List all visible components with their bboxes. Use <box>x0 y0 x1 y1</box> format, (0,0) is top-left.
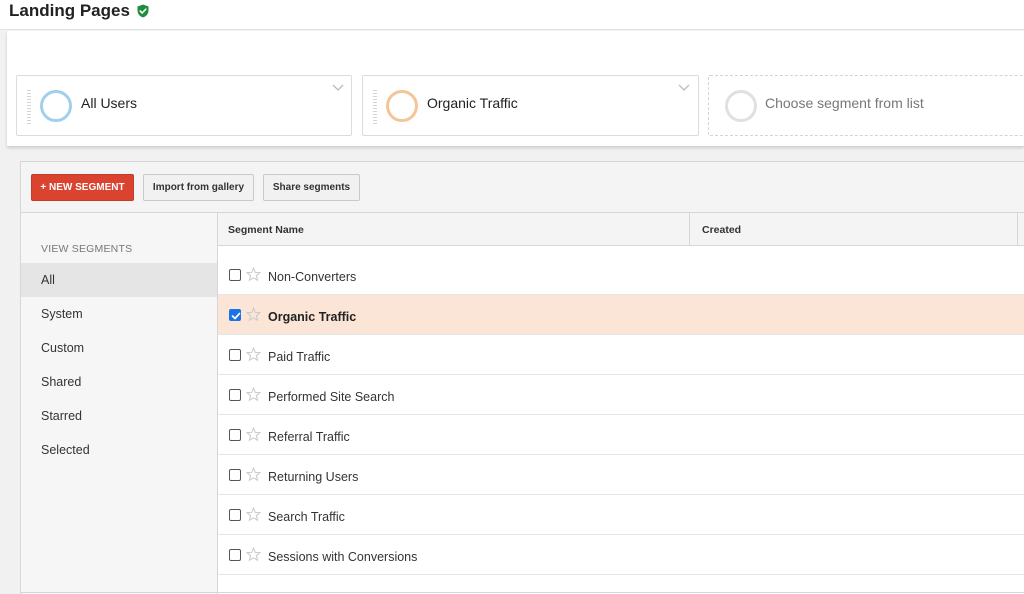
star-icon[interactable] <box>246 427 261 442</box>
star-icon[interactable] <box>246 467 261 482</box>
table-row[interactable]: Paid Traffic <box>218 335 1024 375</box>
sidebar-item-label: Shared <box>41 375 82 389</box>
sidebar-item-system[interactable]: System <box>21 297 217 331</box>
star-icon[interactable] <box>246 507 261 522</box>
panel-bottom-border <box>21 592 1024 593</box>
column-divider <box>1017 213 1018 246</box>
table-row[interactable]: Returning Users <box>218 455 1024 495</box>
new-segment-button[interactable]: + NEW SEGMENT <box>31 174 134 201</box>
segment-label: Organic Traffic <box>427 95 518 111</box>
segment-list-panel: + NEW SEGMENT Import from gallery Share … <box>20 161 1024 594</box>
sidebar-item-selected[interactable]: Selected <box>21 433 217 467</box>
segment-name-label: Returning Users <box>268 470 359 484</box>
segment-selector-area: All Users Organic Traffic Choose segment… <box>7 31 1024 146</box>
table-row[interactable]: Referral Traffic <box>218 415 1024 455</box>
row-checkbox[interactable] <box>229 309 241 321</box>
segment-card-all-users[interactable]: All Users <box>16 75 352 136</box>
row-checkbox[interactable] <box>229 389 241 401</box>
chevron-down-icon[interactable] <box>332 84 344 92</box>
sidebar-item-custom[interactable]: Custom <box>21 331 217 365</box>
view-segments-sidebar: VIEW SEGMENTS All System Custom Shared S… <box>21 213 218 594</box>
column-divider <box>689 213 690 246</box>
checkmark-icon <box>231 312 241 320</box>
table-row[interactable]: Performed Site Search <box>218 375 1024 415</box>
row-checkbox[interactable] <box>229 429 241 441</box>
segment-placeholder-label: Choose segment from list <box>765 95 924 111</box>
table-row[interactable]: Search Traffic <box>218 495 1024 535</box>
row-checkbox[interactable] <box>229 509 241 521</box>
segment-name-label: Organic Traffic <box>268 310 357 324</box>
chevron-down-icon[interactable] <box>678 84 690 92</box>
sidebar-item-starred[interactable]: Starred <box>21 399 217 433</box>
sidebar-item-label: Starred <box>41 409 82 423</box>
segment-name-label: Referral Traffic <box>268 430 350 444</box>
row-checkbox[interactable] <box>229 269 241 281</box>
segment-name-label: Non-Converters <box>268 270 357 284</box>
check-shield-icon <box>137 4 149 18</box>
drag-handle-icon[interactable] <box>373 90 377 124</box>
segment-card-organic-traffic[interactable]: Organic Traffic <box>362 75 699 136</box>
top-bar: Landing Pages <box>0 0 1024 30</box>
table-row[interactable]: Non-Converters <box>218 255 1024 295</box>
segment-card-choose[interactable]: Choose segment from list <box>708 75 1024 136</box>
star-icon[interactable] <box>246 547 261 562</box>
table-row[interactable]: Organic Traffic <box>218 295 1024 335</box>
sidebar-item-all[interactable]: All <box>21 263 217 297</box>
segment-name-label: Paid Traffic <box>268 350 331 364</box>
sidebar-item-shared[interactable]: Shared <box>21 365 217 399</box>
sidebar-item-label: All <box>41 273 55 287</box>
import-from-gallery-button[interactable]: Import from gallery <box>143 174 254 201</box>
row-checkbox[interactable] <box>229 349 241 361</box>
segment-circle-icon <box>386 90 418 122</box>
column-header-segment-name[interactable]: Segment Name <box>228 213 304 246</box>
star-icon[interactable] <box>246 267 261 282</box>
row-checkbox[interactable] <box>229 549 241 561</box>
star-icon[interactable] <box>246 307 261 322</box>
segment-name-label: Sessions with Conversions <box>268 550 418 564</box>
segments-table: Segment Name Created Non-Converters Organ… <box>218 213 1024 594</box>
share-segments-button[interactable]: Share segments <box>263 174 360 201</box>
page-title: Landing Pages <box>9 1 150 21</box>
column-header-created[interactable]: Created <box>702 213 741 246</box>
sidebar-heading: VIEW SEGMENTS <box>41 243 133 255</box>
star-icon[interactable] <box>246 387 261 402</box>
table-row[interactable]: Sessions with Conversions <box>218 535 1024 575</box>
segment-circle-icon <box>725 90 757 122</box>
row-checkbox[interactable] <box>229 469 241 481</box>
table-header: Segment Name Created <box>218 213 1024 246</box>
segment-toolbar: + NEW SEGMENT Import from gallery Share … <box>21 162 1024 213</box>
segment-circle-icon <box>40 90 72 122</box>
sidebar-item-label: Custom <box>41 341 85 355</box>
page-title-text: Landing Pages <box>9 1 130 20</box>
segment-name-label: Search Traffic <box>268 510 345 524</box>
segment-name-label: Performed Site Search <box>268 390 395 404</box>
sidebar-item-label: Selected <box>41 443 90 457</box>
drag-handle-icon[interactable] <box>27 90 31 124</box>
sidebar-item-label: System <box>41 307 83 321</box>
segment-label: All Users <box>81 95 138 111</box>
star-icon[interactable] <box>246 347 261 362</box>
